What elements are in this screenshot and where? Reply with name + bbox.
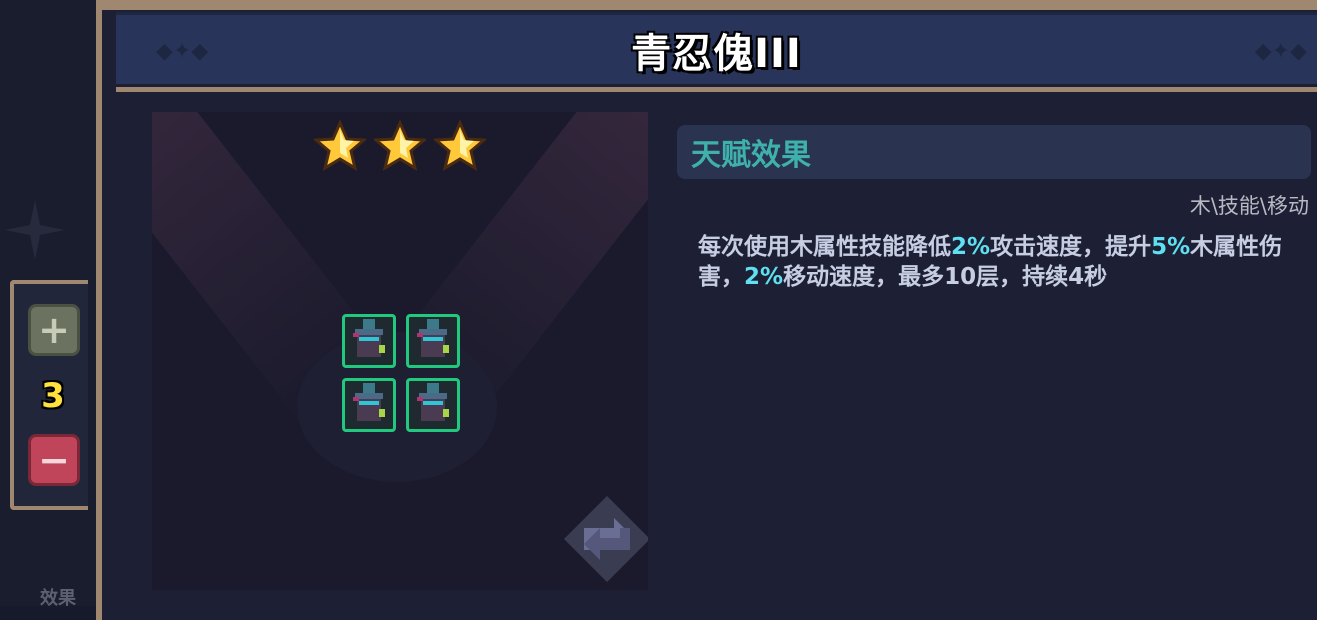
desc-text: 攻击速度，提升 xyxy=(990,234,1152,260)
desc-highlight: 5% xyxy=(1151,234,1191,260)
page-title: 青忍傀III xyxy=(631,30,802,77)
star-rating xyxy=(314,120,486,172)
ninja-puppet-icon xyxy=(353,319,385,357)
unit-count-stepper: + 3 − xyxy=(10,280,88,510)
left-strip: + 3 − 效果 xyxy=(0,0,96,609)
spotlight-floor xyxy=(297,332,497,482)
effect-tab-label[interactable]: 效果 xyxy=(40,584,76,610)
increase-button[interactable]: + xyxy=(28,304,80,356)
talent-header: 天赋效果 xyxy=(677,125,1311,179)
refresh-icon[interactable] xyxy=(560,492,648,586)
ninja-puppet-icon xyxy=(417,383,449,421)
panel-frame-top xyxy=(96,0,1317,10)
star-icon xyxy=(314,120,366,172)
desc-text: 移动速度，最多10层，持续4秒 xyxy=(783,264,1108,290)
unit-preview xyxy=(152,112,648,590)
talent-tags: 木\技能\移动 xyxy=(1189,194,1309,218)
ninja-puppet-icon xyxy=(417,319,449,357)
ninja-puppet-icon xyxy=(353,383,385,421)
title-ornament-left-icon: ◆✦◆ xyxy=(156,39,209,64)
decrease-button[interactable]: − xyxy=(28,434,80,486)
star-icon xyxy=(434,120,486,172)
talent-title: 天赋效果 xyxy=(691,138,811,173)
unit-slot[interactable] xyxy=(342,378,396,432)
sparkle-icon xyxy=(5,200,65,260)
title-bar: ◆✦◆ 青忍傀III ◆✦◆ xyxy=(116,12,1317,92)
unit-slot[interactable] xyxy=(406,314,460,368)
desc-text: 每次使用木属性技能降低 xyxy=(698,234,951,260)
unit-slot[interactable] xyxy=(406,378,460,432)
unit-count: 3 xyxy=(41,376,65,416)
unit-slot[interactable] xyxy=(342,314,396,368)
desc-highlight: 2% xyxy=(951,234,991,260)
title-ornament-right-icon: ◆✦◆ xyxy=(1254,39,1307,64)
star-icon xyxy=(374,120,426,172)
desc-highlight: 2% xyxy=(744,264,784,290)
talent-description: 每次使用木属性技能降低2%攻击速度，提升5%木属性伤害，2%移动速度，最多10层… xyxy=(698,232,1298,292)
